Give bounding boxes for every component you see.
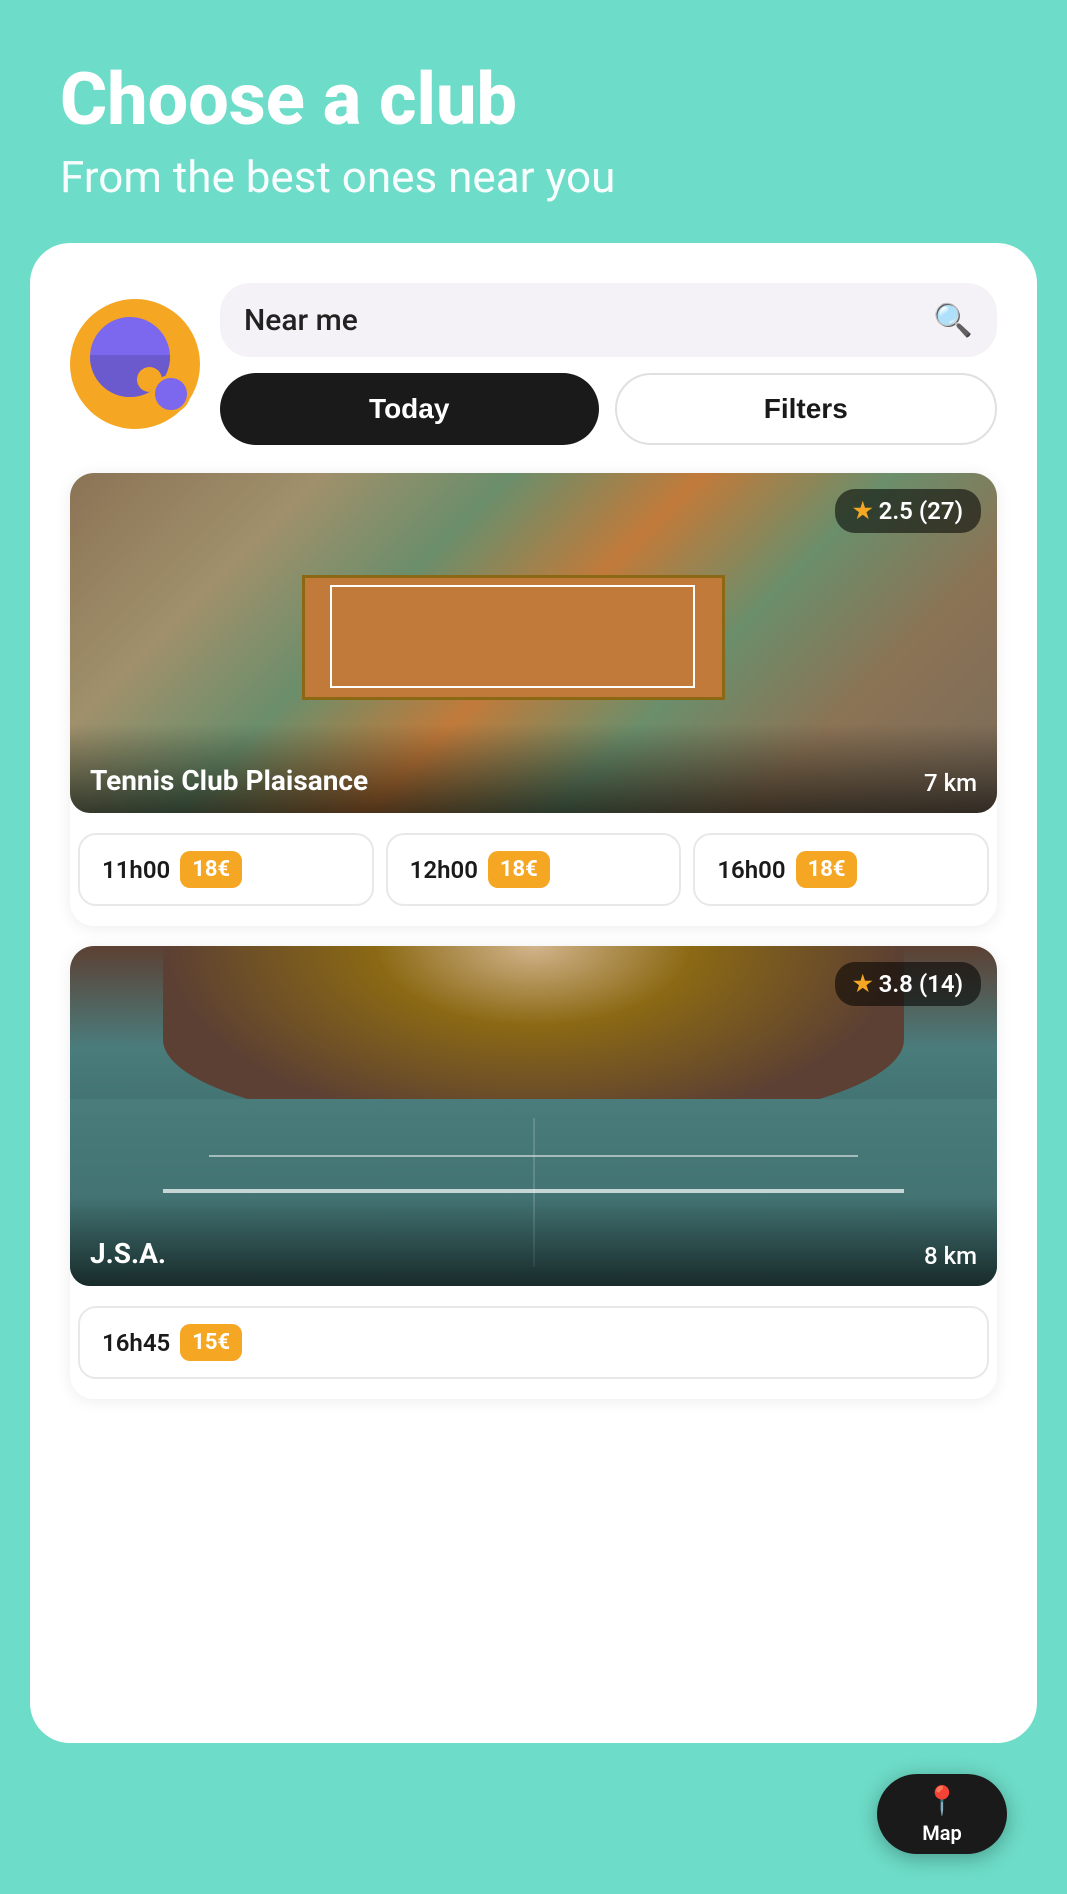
club-name-1: Tennis Club Plaisance xyxy=(90,764,368,797)
club-name-2: J.S.A. xyxy=(90,1237,166,1270)
club-name-overlay-2: J.S.A. 8 km xyxy=(70,1197,997,1286)
search-input-text: Near me xyxy=(244,303,921,338)
filter-row: Today Filters xyxy=(220,373,997,445)
page-subtitle: From the best ones near you xyxy=(60,151,1007,203)
price-badge-1-1: 18€ xyxy=(488,851,550,888)
search-icon[interactable]: 🔍 xyxy=(933,301,973,339)
price-badge-1-2: 18€ xyxy=(796,851,858,888)
time-slot-1-1[interactable]: 12h00 18€ xyxy=(386,833,682,906)
rating-badge-1: ★ 2.5 (27) xyxy=(835,489,981,533)
club-image-1: ★ 2.5 (27) Tennis Club Plaisance 7 km xyxy=(70,473,997,813)
time-slot-1-2[interactable]: 16h00 18€ xyxy=(693,833,989,906)
map-pin-icon: 📍 xyxy=(925,1784,960,1817)
page-title: Choose a club xyxy=(60,60,1007,139)
club-name-overlay-1: Tennis Club Plaisance 7 km xyxy=(70,724,997,813)
header-section: Choose a club From the best ones near yo… xyxy=(0,0,1067,243)
time-label-1-2: 16h00 xyxy=(717,856,785,884)
club-image-2: ★ 3.8 (14) J.S.A. 8 km xyxy=(70,946,997,1286)
rating-value-1: 2.5 (27) xyxy=(879,497,963,525)
map-button-label: Map xyxy=(922,1821,962,1845)
filters-button[interactable]: Filters xyxy=(615,373,998,445)
club-distance-1: 7 km xyxy=(924,769,977,797)
app-logo xyxy=(70,299,200,429)
time-slot-1-0[interactable]: 11h00 18€ xyxy=(78,833,374,906)
club-card-2[interactable]: ★ 3.8 (14) J.S.A. 8 km 16h45 15€ xyxy=(70,946,997,1399)
search-row: Near me 🔍 Today Filters xyxy=(70,283,997,445)
net-line xyxy=(163,1189,905,1193)
rating-value-2: 3.8 (14) xyxy=(879,970,963,998)
search-input-wrapper[interactable]: Near me 🔍 xyxy=(220,283,997,357)
tennis-ball-small-icon xyxy=(152,375,190,413)
time-slot-2-0[interactable]: 16h45 15€ xyxy=(78,1306,989,1379)
price-badge-2-0: 15€ xyxy=(180,1324,242,1361)
club-card-1[interactable]: ★ 2.5 (27) Tennis Club Plaisance 7 km 11… xyxy=(70,473,997,926)
search-filters-panel: Near me 🔍 Today Filters xyxy=(220,283,997,445)
time-label-1-1: 12h00 xyxy=(410,856,478,884)
map-fab-button[interactable]: 📍 Map xyxy=(877,1774,1007,1854)
rating-badge-2: ★ 3.8 (14) xyxy=(835,962,981,1006)
time-slots-1: 11h00 18€ 12h00 18€ 16h00 18€ xyxy=(70,813,997,926)
club-distance-2: 8 km xyxy=(924,1242,977,1270)
price-badge-1-0: 18€ xyxy=(180,851,242,888)
today-button[interactable]: Today xyxy=(220,373,599,445)
time-slots-2: 16h45 15€ xyxy=(70,1286,997,1399)
rating-star-1: ★ xyxy=(853,499,873,524)
rating-star-2: ★ xyxy=(853,972,873,997)
main-card: Near me 🔍 Today Filters ★ 2.5 (27) Tenni… xyxy=(30,243,1037,1743)
time-label-1-0: 11h00 xyxy=(102,856,170,884)
time-label-2-0: 16h45 xyxy=(102,1329,170,1357)
